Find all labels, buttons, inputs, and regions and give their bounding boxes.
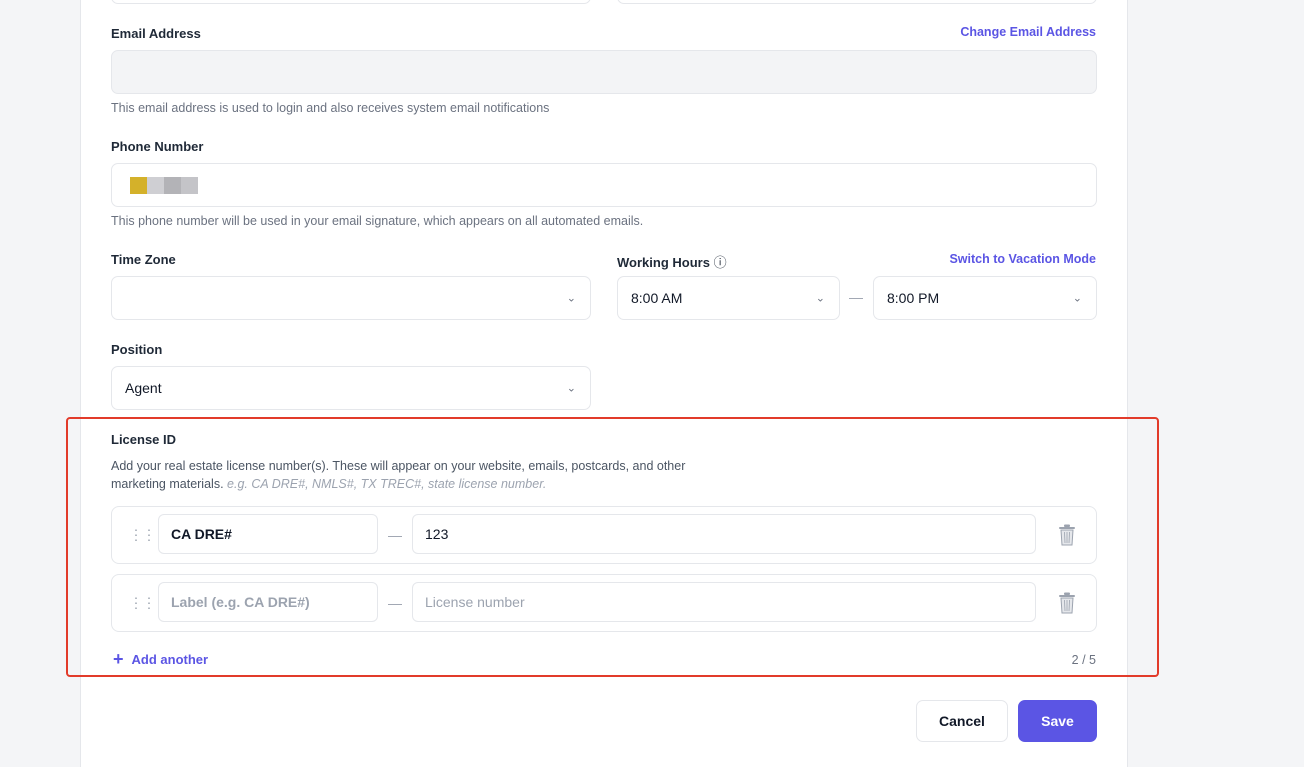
position-label: Position — [111, 342, 163, 357]
first-name-field[interactable] — [111, 0, 591, 4]
plus-icon: + — [113, 649, 124, 669]
add-another-button[interactable]: + Add another — [113, 650, 208, 668]
change-email-link[interactable]: Change Email Address — [960, 25, 1096, 39]
license-count: 2 / 5 — [1071, 653, 1096, 667]
license-example-text: e.g. CA DRE#, NMLS#, TX TREC#, state lic… — [227, 477, 547, 491]
phone-value-redacted — [130, 176, 198, 194]
license-separator: — — [388, 527, 402, 543]
chevron-down-icon: ⌄ — [566, 382, 576, 395]
chevron-down-icon: ⌄ — [566, 292, 576, 305]
phone-label: Phone Number — [111, 139, 204, 154]
email-field — [111, 50, 1097, 94]
license-title: License ID — [111, 432, 177, 447]
trash-icon[interactable] — [1058, 592, 1076, 614]
working-hours-end-select[interactable]: 8:00 PM ⌄ — [873, 276, 1097, 320]
position-select[interactable]: Agent ⌄ — [111, 366, 591, 410]
last-name-field[interactable] — [617, 0, 1097, 4]
chevron-down-icon: ⌄ — [1072, 292, 1082, 305]
drag-handle-icon[interactable]: ⋮⋮ — [129, 595, 156, 612]
drag-handle-icon[interactable]: ⋮⋮ — [129, 527, 156, 544]
license-description: Add your real estate license number(s). … — [111, 457, 731, 493]
email-help-text: This email address is used to login and … — [111, 101, 550, 115]
cancel-button[interactable]: Cancel — [916, 700, 1008, 742]
license-separator: — — [388, 595, 402, 611]
save-button[interactable]: Save — [1018, 700, 1097, 742]
license-label-input[interactable]: Label (e.g. CA DRE#) — [158, 582, 378, 622]
license-number-input[interactable]: 123 — [412, 514, 1036, 554]
phone-field[interactable] — [111, 163, 1097, 207]
chevron-down-icon: ⌄ — [815, 292, 825, 305]
email-label: Email Address — [111, 26, 201, 41]
trash-icon[interactable] — [1058, 524, 1076, 546]
working-hours-separator: — — [849, 289, 863, 305]
timezone-label: Time Zone — [111, 252, 176, 267]
license-row: ⋮⋮ CA DRE# — 123 — [111, 506, 1097, 564]
working-hours-start-value: 8:00 AM — [631, 290, 683, 306]
working-hours-start-select[interactable]: 8:00 AM ⌄ — [617, 276, 840, 320]
position-value: Agent — [125, 380, 162, 396]
license-label-input[interactable]: CA DRE# — [158, 514, 378, 554]
info-icon[interactable]: ⓘ — [714, 255, 727, 270]
license-number-input[interactable]: License number — [412, 582, 1036, 622]
working-hours-label: Working Hours ⓘ — [617, 252, 727, 271]
vacation-mode-link[interactable]: Switch to Vacation Mode — [949, 252, 1096, 266]
add-another-label: Add another — [131, 651, 209, 667]
working-hours-label-text: Working Hours — [617, 255, 710, 270]
license-row: ⋮⋮ Label (e.g. CA DRE#) — License number — [111, 574, 1097, 632]
phone-help-text: This phone number will be used in your e… — [111, 214, 644, 228]
timezone-select[interactable]: ⌄ — [111, 276, 591, 320]
working-hours-end-value: 8:00 PM — [887, 290, 940, 306]
